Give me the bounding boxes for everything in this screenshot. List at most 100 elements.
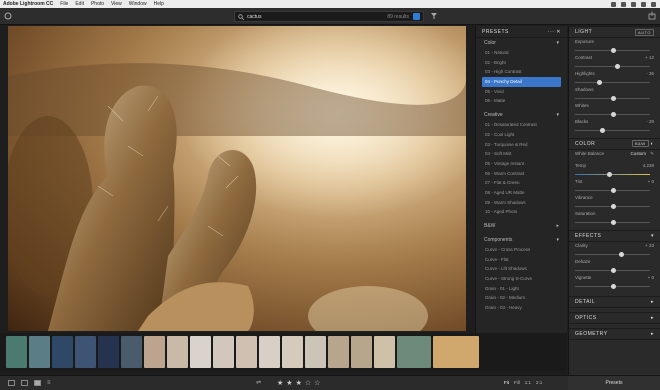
preset-item[interactable]: 02 - Bright xyxy=(476,58,567,68)
preset-item[interactable]: Curve - Flat xyxy=(476,255,567,265)
preset-group-bw[interactable]: B&W ▸ xyxy=(476,221,567,231)
presets-button[interactable]: Presets xyxy=(568,376,660,390)
preset-item[interactable]: 07 - Flat & Green xyxy=(476,178,567,188)
preset-item[interactable]: 09 - Warm Shadows xyxy=(476,198,567,208)
app-menu[interactable]: Adobe Lightroom CC xyxy=(3,1,53,7)
status-icon[interactable] xyxy=(621,1,626,7)
menu-window[interactable]: Window xyxy=(129,1,147,7)
slider-highlights[interactable]: Highlights - 36 xyxy=(569,70,660,86)
preset-item[interactable]: Curve - Lift Shadows xyxy=(476,264,567,274)
slider-knob[interactable] xyxy=(610,112,616,117)
preset-item[interactable]: 05 - Vintage Instant xyxy=(476,159,567,169)
filmstrip-thumbnail[interactable] xyxy=(144,336,165,368)
slider-knob[interactable] xyxy=(618,252,624,257)
preset-group-creative[interactable]: Creative ▾ xyxy=(476,110,567,120)
preset-item[interactable]: Grain - 01 - Light xyxy=(476,284,567,294)
filmstrip-thumbnail[interactable] xyxy=(52,336,73,368)
slider-value[interactable]: 4,238 xyxy=(643,163,654,168)
slider-track[interactable] xyxy=(575,130,650,131)
slider-clarity[interactable]: Clarity + 23 xyxy=(569,242,660,258)
filter-button[interactable] xyxy=(413,13,420,20)
filter-icon[interactable] xyxy=(430,12,438,20)
geometry-section-header[interactable]: GEOMETRY ▸ xyxy=(569,328,660,340)
status-icon[interactable] xyxy=(611,1,616,7)
slider-value[interactable]: + 0 xyxy=(648,179,654,184)
slider-shadows[interactable]: Shadows xyxy=(569,86,660,102)
slider-value[interactable]: + 0 xyxy=(648,275,654,280)
slider-saturation[interactable]: Saturation xyxy=(569,210,660,226)
slider-knob[interactable] xyxy=(610,268,616,273)
filmstrip-thumbnail[interactable] xyxy=(351,336,372,368)
preset-item[interactable]: 04 - Soft Mist xyxy=(476,149,567,159)
auto-button[interactable]: AUTO xyxy=(634,28,654,36)
preset-item[interactable]: 06 - Warm Contrast xyxy=(476,169,567,179)
slider-track[interactable] xyxy=(575,82,650,83)
slider-track[interactable] xyxy=(575,174,650,175)
filmstrip-thumbnail[interactable] xyxy=(374,336,395,368)
slider-knob[interactable] xyxy=(610,284,616,289)
preset-item[interactable]: 06 - Matte xyxy=(476,96,567,106)
detail-view-icon[interactable] xyxy=(34,380,41,386)
sort-icon[interactable]: ≡ xyxy=(47,380,51,386)
slider-value[interactable]: - 36 xyxy=(646,71,654,76)
preset-group-color[interactable]: Color ▾ xyxy=(476,38,567,48)
filmstrip-thumbnail[interactable] xyxy=(98,336,119,368)
slider-dehaze[interactable]: Dehaze xyxy=(569,258,660,274)
menu-photo[interactable]: Photo xyxy=(91,1,104,7)
slider-value[interactable]: + 12 xyxy=(645,55,654,60)
preset-item[interactable]: Grain - 03 - Heavy xyxy=(476,303,567,313)
filmstrip-thumbnail[interactable] xyxy=(167,336,188,368)
preset-item[interactable]: 03 - Turquoise & Red xyxy=(476,140,567,150)
preset-item[interactable]: 03 - High Contrast xyxy=(476,67,567,77)
compare-icon[interactable]: ⇌ xyxy=(256,379,261,386)
slider-value[interactable]: - 29 xyxy=(646,119,654,124)
menu-help[interactable]: Help xyxy=(154,1,164,7)
wifi-icon[interactable] xyxy=(631,1,636,7)
filmstrip-thumbnail[interactable] xyxy=(190,336,211,368)
filmstrip-thumbnail[interactable] xyxy=(236,336,257,368)
filmstrip-thumbnail[interactable] xyxy=(6,336,27,368)
menu-view[interactable]: View xyxy=(111,1,122,7)
slider-vibrance[interactable]: Vibrance xyxy=(569,194,660,210)
slider-knob[interactable] xyxy=(610,204,616,209)
slider-vignette[interactable]: Vignette + 0 xyxy=(569,274,660,290)
bw-button[interactable]: B&W xyxy=(631,140,649,147)
effects-section-header[interactable]: EFFECTS ▾ xyxy=(569,230,660,242)
slider-blacks[interactable]: Blacks - 29 xyxy=(569,118,660,134)
star-icon[interactable]: ★ xyxy=(277,380,283,387)
filmstrip-thumbnail[interactable] xyxy=(213,336,234,368)
preset-item[interactable]: Grain - 02 - Medium xyxy=(476,293,567,303)
temp-slider[interactable]: Temp 4,238 xyxy=(569,162,660,178)
close-icon[interactable]: ✕ xyxy=(556,29,561,35)
slider-knob[interactable] xyxy=(596,80,602,85)
search-query[interactable]: cactus xyxy=(247,14,387,20)
filmstrip-thumbnail[interactable] xyxy=(305,336,326,368)
slider-contrast[interactable]: Contrast + 12 xyxy=(569,54,660,70)
star-icon[interactable]: ★ xyxy=(296,380,302,387)
filmstrip-thumbnail[interactable] xyxy=(29,336,50,368)
preset-item[interactable]: 05 - Vivid xyxy=(476,87,567,97)
color-section-header[interactable]: COLOR B&W ◐ xyxy=(569,138,660,150)
slider-knob[interactable] xyxy=(599,128,605,133)
zoom-1-1-button[interactable]: 1:1 xyxy=(525,380,531,385)
fit-button[interactable]: Fit xyxy=(504,380,509,385)
clock-icon[interactable] xyxy=(651,1,656,7)
preset-group-components[interactable]: Components ▾ xyxy=(476,235,567,245)
more-icon[interactable]: ··· xyxy=(548,29,555,35)
slider-knob[interactable] xyxy=(610,220,616,225)
slider-exposure[interactable]: Exposure xyxy=(569,38,660,54)
optics-section-header[interactable]: OPTICS ▸ xyxy=(569,312,660,324)
grid-view-icon[interactable] xyxy=(8,380,15,386)
square-grid-icon[interactable] xyxy=(21,380,28,386)
share-icon[interactable] xyxy=(648,11,656,20)
preset-item[interactable]: Curve - Strong S-Curve xyxy=(476,274,567,284)
eyedropper-icon[interactable]: ✎ xyxy=(650,151,654,157)
filmstrip-thumbnail[interactable] xyxy=(121,336,142,368)
search-bar[interactable]: cactus 89 results xyxy=(234,11,424,22)
star-icon[interactable]: ☆ xyxy=(314,380,320,387)
preset-item[interactable]: 01 - Desaturated Contrast xyxy=(476,120,567,130)
slider-track[interactable] xyxy=(575,66,650,67)
white-balance-select[interactable]: Custom xyxy=(630,151,646,156)
star-icon[interactable]: ☆ xyxy=(305,380,311,387)
fill-button[interactable]: Fill xyxy=(514,380,520,385)
